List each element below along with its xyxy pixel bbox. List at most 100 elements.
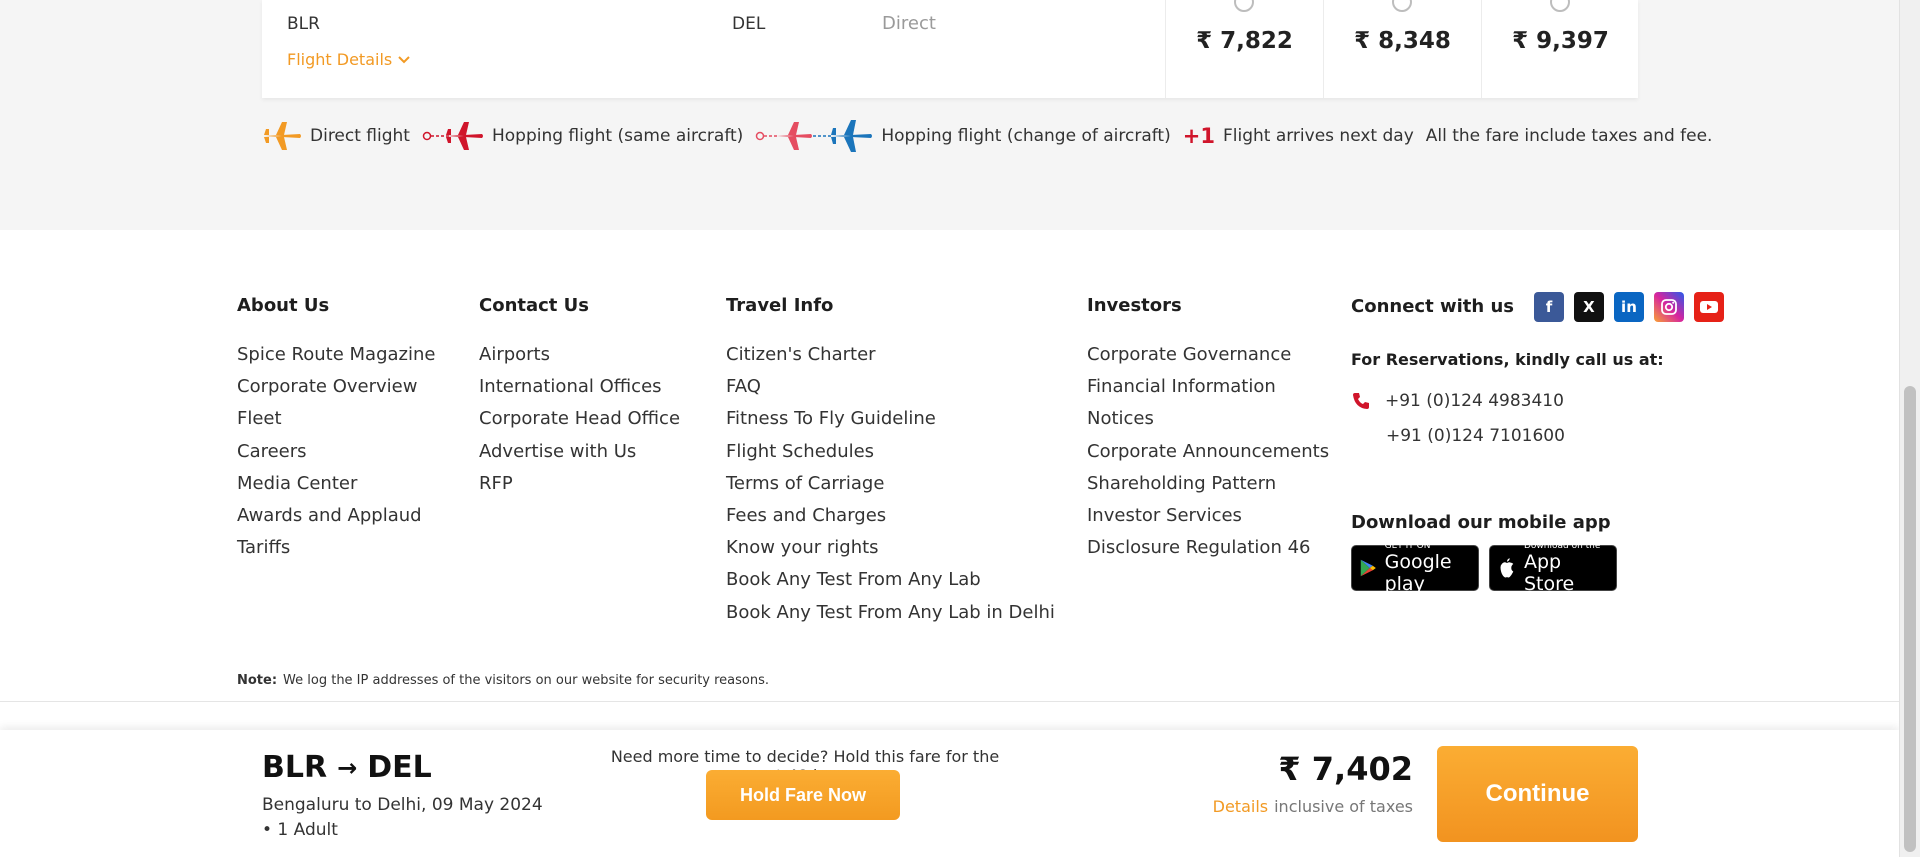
footer-link[interactable]: Fleet [237,403,435,435]
footer-link[interactable]: Corporate Overview [237,371,435,403]
note-label: Note: [237,673,278,688]
legend-taxes: All the fare include taxes and fee. [1426,126,1713,146]
app-store-small: Download on the [1523,541,1601,551]
flight-details-label: Flight Details [287,50,393,69]
legend-next-day-label: Flight arrives next day [1222,126,1414,146]
fare-option[interactable]: ₹ 8,348 [1323,0,1481,98]
tax-text: inclusive of taxes [1274,797,1413,816]
hold-fare-button[interactable]: Hold Fare Now [706,770,900,820]
legend-direct: Direct flight [262,121,410,151]
app-store-badge[interactable]: Download on the App Store [1489,541,1617,595]
legend-hop-change: Hopping flight (change of aircraft) [755,119,1171,153]
footer-heading: Contact Us [479,295,590,316]
scrollbar-thumb[interactable] [1904,386,1916,852]
footer-link[interactable]: Financial Information [1087,371,1329,403]
footer-link[interactable]: Corporate Governance [1087,339,1329,371]
fare-radio[interactable] [1234,0,1254,12]
footer-link[interactable]: Careers [237,436,435,468]
footer-link[interactable]: Awards and Applaud [237,500,435,532]
legend-hop-same-label: Hopping flight (same aircraft) [491,126,744,146]
legend-hop-change-label: Hopping flight (change of aircraft) [881,126,1171,146]
plus-one-badge: +1 [1182,124,1215,148]
instagram-icon[interactable] [1653,292,1684,322]
footer-link[interactable]: Investor Services [1087,500,1329,532]
fare-option[interactable]: ₹ 7,822 [1165,0,1323,98]
footer-link[interactable]: Tariffs [237,532,435,564]
flight-details-toggle[interactable]: Flight Details [287,50,410,69]
flight-legend: Direct flight Hopping flight (same aircr… [262,119,1712,153]
passenger-count: • 1 Adult [262,820,338,840]
results-area: BLR DEL Direct Flight Details ₹ 7,822 ₹ … [0,0,1899,230]
footer-link[interactable]: Media Center [237,468,435,500]
departure-code: BLR [287,14,320,34]
to-code: DEL [367,750,432,785]
footer-link[interactable]: Corporate Head Office [479,403,680,435]
footer-heading: Investors [1087,295,1182,316]
footer-about: About Us Spice Route Magazine Corporate … [237,295,435,564]
from-code: BLR [262,750,328,785]
google-play-icon [1360,559,1376,577]
download-app-heading: Download our mobile app [1351,512,1611,533]
footer-travel: Travel Info Citizen's Charter FAQ Fitnes… [726,295,1055,629]
arrival-code: DEL [732,14,766,34]
footer-link[interactable]: FAQ [726,371,1055,403]
apple-icon [1500,558,1514,578]
connecting-planes-icon [756,120,873,152]
footer-link[interactable]: Fees and Charges [726,500,1055,532]
x-twitter-icon[interactable]: X [1573,292,1604,322]
hopping-plane-icon [422,122,483,150]
note-text: We log the IP addresses of the visitors … [283,673,770,688]
footer-link[interactable]: Corporate Announcements [1087,436,1329,468]
connect-row: Connect with us f X in [1351,292,1724,322]
footer-link[interactable]: Book Any Test From Any Lab in Delhi [726,597,1055,629]
footer-note: Note: We log the IP addresses of the visi… [237,673,769,688]
plane-icon [264,122,301,150]
footer-contact: Contact Us Airports International Office… [479,295,680,500]
footer-link[interactable]: Fitness To Fly Guideline [726,403,1055,435]
footer-link[interactable]: Disclosure Regulation 46 [1087,532,1329,564]
fare-option[interactable]: ₹ 9,397 [1481,0,1639,98]
footer-link[interactable]: Advertise with Us [479,436,680,468]
linkedin-icon[interactable]: in [1613,292,1644,322]
footer-link[interactable]: Notices [1087,403,1329,435]
fare-price: ₹ 9,397 [1512,28,1609,54]
footer-link[interactable]: Spice Route Magazine [237,339,435,371]
fare-radio[interactable] [1550,0,1570,12]
legend-next-day: +1 Flight arrives next day [1183,124,1414,148]
phone-row: +91 (0)124 4983410 [1351,391,1724,411]
footer-heading: Travel Info [726,295,834,316]
footer-link[interactable]: International Offices [479,371,680,403]
fare-price: ₹ 7,822 [1196,28,1293,54]
footer-link[interactable]: Know your rights [726,532,1055,564]
google-play-big: Google play [1384,551,1452,595]
google-play-small: GET IT ON [1384,541,1431,551]
footer-link[interactable]: Citizen's Charter [726,339,1055,371]
booking-summary-bar: BLR → DEL Bengaluru to Delhi, 09 May 202… [0,730,1899,857]
footer-link[interactable]: RFP [479,468,680,500]
footer-link[interactable]: Book Any Test From Any Lab [726,564,1055,596]
footer-investors: Investors Corporate Governance Financial… [1087,295,1329,564]
footer-heading: About Us [237,295,330,316]
fare-price: ₹ 8,348 [1354,28,1451,54]
facebook-icon[interactable]: f [1533,292,1564,322]
phone-number[interactable]: +91 (0)124 4983410 [1385,391,1564,411]
fare-radio[interactable] [1392,0,1412,12]
continue-button[interactable]: Continue [1437,746,1638,842]
scrollbar[interactable] [1899,0,1920,857]
legend-direct-label: Direct flight [310,126,410,146]
google-play-badge[interactable]: GET IT ON Google play [1351,541,1479,595]
price-details-link[interactable]: Details [1213,797,1268,816]
site-footer: About Us Spice Route Magazine Corporate … [0,230,1899,702]
footer-link[interactable]: Airports [479,339,680,371]
footer-link[interactable]: Flight Schedules [726,436,1055,468]
flight-card: BLR DEL Direct Flight Details ₹ 7,822 ₹ … [262,0,1638,98]
phone-number[interactable]: +91 (0)124 7101600 [1386,426,1724,446]
youtube-icon[interactable] [1693,292,1724,322]
store-badges: GET IT ON Google play Download on the Ap… [1351,541,1724,595]
total-price: ₹ 7,402 [1278,750,1413,788]
chevron-down-icon [398,55,410,63]
footer-link[interactable]: Terms of Carriage [726,468,1055,500]
footer-link[interactable]: Shareholding Pattern [1087,468,1329,500]
stops-label: Direct [882,13,936,34]
legend-hop-same: Hopping flight (same aircraft) [422,121,743,151]
